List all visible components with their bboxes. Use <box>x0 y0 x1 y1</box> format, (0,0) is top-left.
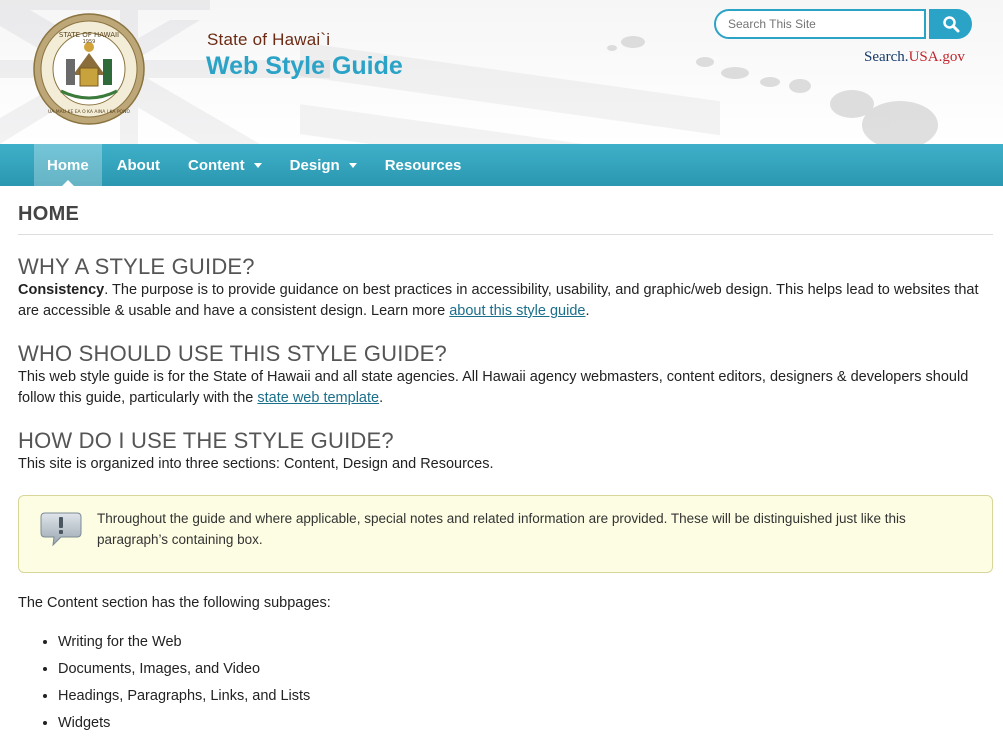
nav-label: Design <box>289 156 340 174</box>
search-button[interactable] <box>929 9 972 39</box>
list-item: Widgets <box>58 710 993 737</box>
nav-label: Content <box>188 156 245 174</box>
section-paragraph: This site is organized into three sectio… <box>18 456 494 472</box>
state-seal-logo: STATE OF HAWAII 1959 UA MAU KE EA O KA A… <box>33 13 145 125</box>
usagov-suffix: .gov <box>938 49 965 65</box>
usagov-search-link[interactable]: Search.USA.gov <box>864 49 965 66</box>
content-subpages-list: Writing for the Web Documents, Images, a… <box>58 629 993 737</box>
section-paragraph: Consistency. The purpose is to provide g… <box>18 280 993 322</box>
section-heading: WHY A STYLE GUIDE? <box>18 254 255 279</box>
chevron-down-icon <box>348 162 357 168</box>
speech-bubble-exclamation-icon <box>40 512 82 547</box>
paragraph-end: . <box>379 390 384 406</box>
list-item: Writing for the Web <box>58 629 993 656</box>
page-title: HOME <box>18 186 993 235</box>
usagov-usa: USA <box>908 49 939 65</box>
search-input[interactable] <box>714 9 926 39</box>
section-paragraph: This web style guide is for the State of… <box>18 367 993 409</box>
section-heading: HOW DO I USE THE STYLE GUIDE? <box>18 428 394 453</box>
seal-motto: UA MAU KE EA O KA AINA I KA PONO <box>48 109 130 115</box>
site-header: STATE OF HAWAII 1959 UA MAU KE EA O KA A… <box>0 0 1003 144</box>
site-subtitle: State of Hawai`i <box>207 30 331 49</box>
seal-title: STATE OF HAWAII <box>59 31 119 39</box>
nav-item-resources[interactable]: Resources <box>372 144 475 186</box>
seal-year: 1959 <box>83 39 96 45</box>
about-style-guide-link[interactable]: about this style guide <box>449 303 585 319</box>
nav-item-home[interactable]: Home <box>34 144 102 186</box>
nav-label: Home <box>47 156 89 174</box>
search-icon <box>942 16 959 33</box>
nav-item-about[interactable]: About <box>104 144 173 186</box>
paragraph-end: . <box>585 303 590 319</box>
state-web-template-link[interactable]: state web template <box>257 390 379 406</box>
nav-label: Resources <box>384 156 462 174</box>
main-content: HOME WHY A STYLE GUIDE? Consistency. The… <box>0 186 1003 737</box>
list-item: Documents, Images, and Video <box>58 656 993 683</box>
content-section-intro: The Content section has the following su… <box>18 595 331 611</box>
note-text: Throughout the guide and where applicabl… <box>97 511 906 547</box>
bold-term: Consistency <box>18 282 105 298</box>
chevron-down-icon <box>253 162 262 168</box>
nav-item-content[interactable]: Content <box>175 144 275 186</box>
list-item: Headings, Paragraphs, Links, and Lists <box>58 683 993 710</box>
main-nav: Home About Content Design Resources <box>0 144 1003 186</box>
nav-item-design[interactable]: Design <box>277 144 370 186</box>
usagov-prefix: Search. <box>864 49 909 65</box>
note-box: Throughout the guide and where applicabl… <box>18 495 993 573</box>
paragraph-text: This web style guide is for the State of… <box>18 369 969 406</box>
section-heading: WHO SHOULD USE THIS STYLE GUIDE? <box>18 341 447 366</box>
nav-label: About <box>116 156 161 174</box>
site-title[interactable]: Web Style Guide <box>206 52 403 81</box>
